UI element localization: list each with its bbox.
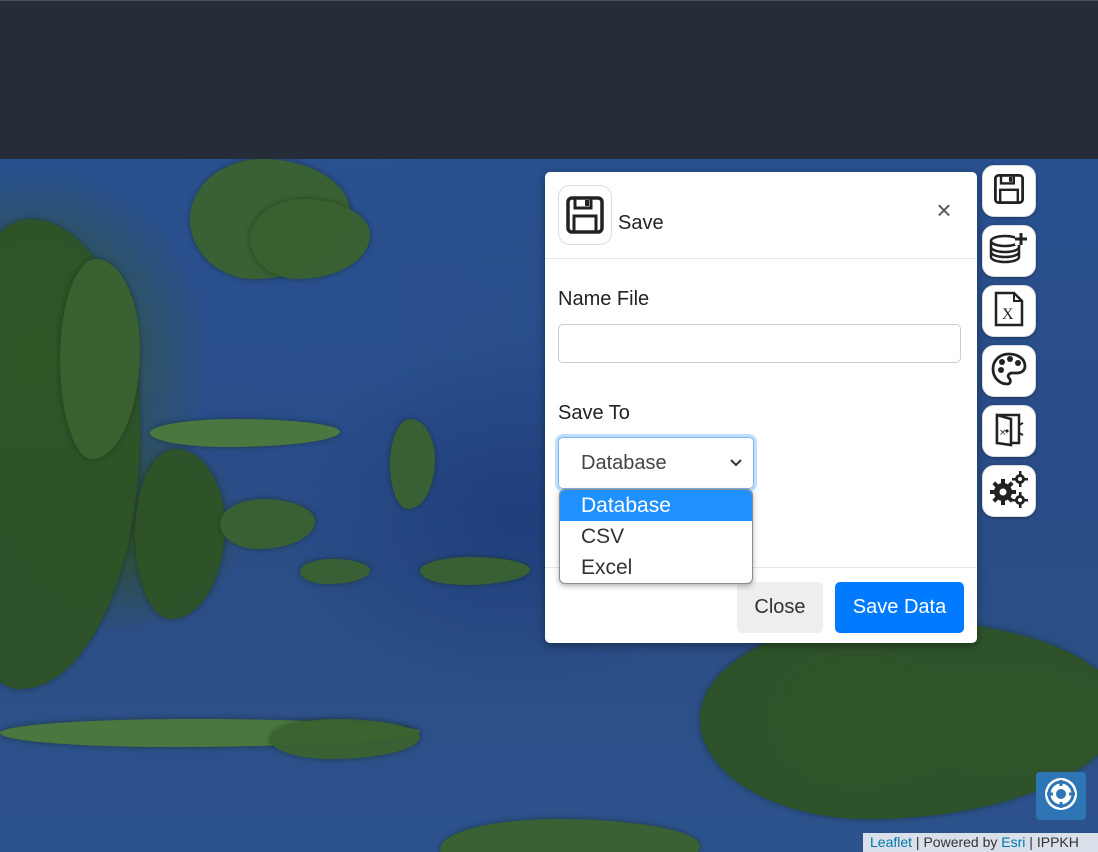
name-file-label: Name File	[558, 288, 650, 310]
gears-icon	[989, 470, 1029, 513]
save-to-label: Save To	[558, 402, 630, 424]
toolbar-settings-button[interactable]	[982, 465, 1036, 517]
svg-text:X: X	[1002, 306, 1014, 323]
attribution-powered-text: | Powered by	[912, 834, 1002, 850]
excel-file-icon: X	[994, 291, 1024, 332]
toolbar-palette-button[interactable]	[982, 345, 1036, 397]
land-mindanao-south	[250, 199, 370, 279]
toolbar-excel-button[interactable]: X	[982, 285, 1036, 337]
svg-text:×: ×	[999, 428, 1007, 438]
land-sulawesi-central	[135, 449, 225, 619]
toolbar-database-button[interactable]	[982, 225, 1036, 277]
leaflet-link[interactable]: Leaflet	[870, 834, 912, 850]
save-modal: Save × Name File Save To Database Databa…	[545, 172, 977, 643]
toolbar-save-button[interactable]	[982, 165, 1036, 217]
toolbar-map-button[interactable]: ×	[982, 405, 1036, 457]
map-attribution: Leaflet | Powered by Esri | IPPKH	[863, 833, 1098, 852]
locate-button[interactable]	[1036, 772, 1086, 820]
land-seram	[420, 557, 530, 585]
name-file-input[interactable]	[558, 324, 961, 363]
modal-header: Save ×	[545, 172, 977, 259]
select-value: Database	[581, 452, 667, 474]
modal-title: Save	[618, 212, 664, 234]
land-sulawesi-east	[220, 499, 315, 549]
attribution-ippkh-text: | IPPKH	[1025, 834, 1079, 850]
land-timor	[270, 719, 420, 759]
map-door-icon: ×	[993, 411, 1025, 452]
save-to-dropdown: Database CSV Excel	[559, 489, 753, 584]
esri-link[interactable]: Esri	[1001, 834, 1025, 850]
top-navbar	[0, 0, 1098, 159]
database-add-icon	[989, 231, 1029, 272]
option-excel[interactable]: Excel	[560, 552, 752, 583]
chevron-down-icon	[729, 456, 743, 475]
floppy-disk-icon	[558, 185, 612, 245]
land-sulawesi-north	[150, 419, 340, 447]
land-australia	[440, 819, 700, 852]
land-buru	[300, 559, 370, 584]
save-to-select[interactable]: Database	[558, 437, 754, 489]
palette-icon	[991, 352, 1027, 391]
locate-icon	[1042, 775, 1080, 818]
option-csv[interactable]: CSV	[560, 521, 752, 552]
option-database[interactable]: Database	[560, 490, 752, 521]
land-halmahera	[390, 419, 435, 509]
save-data-button[interactable]: Save Data	[835, 582, 964, 633]
close-icon[interactable]: ×	[933, 197, 955, 223]
close-button[interactable]: Close	[737, 582, 823, 633]
floppy-disk-icon	[993, 173, 1025, 210]
